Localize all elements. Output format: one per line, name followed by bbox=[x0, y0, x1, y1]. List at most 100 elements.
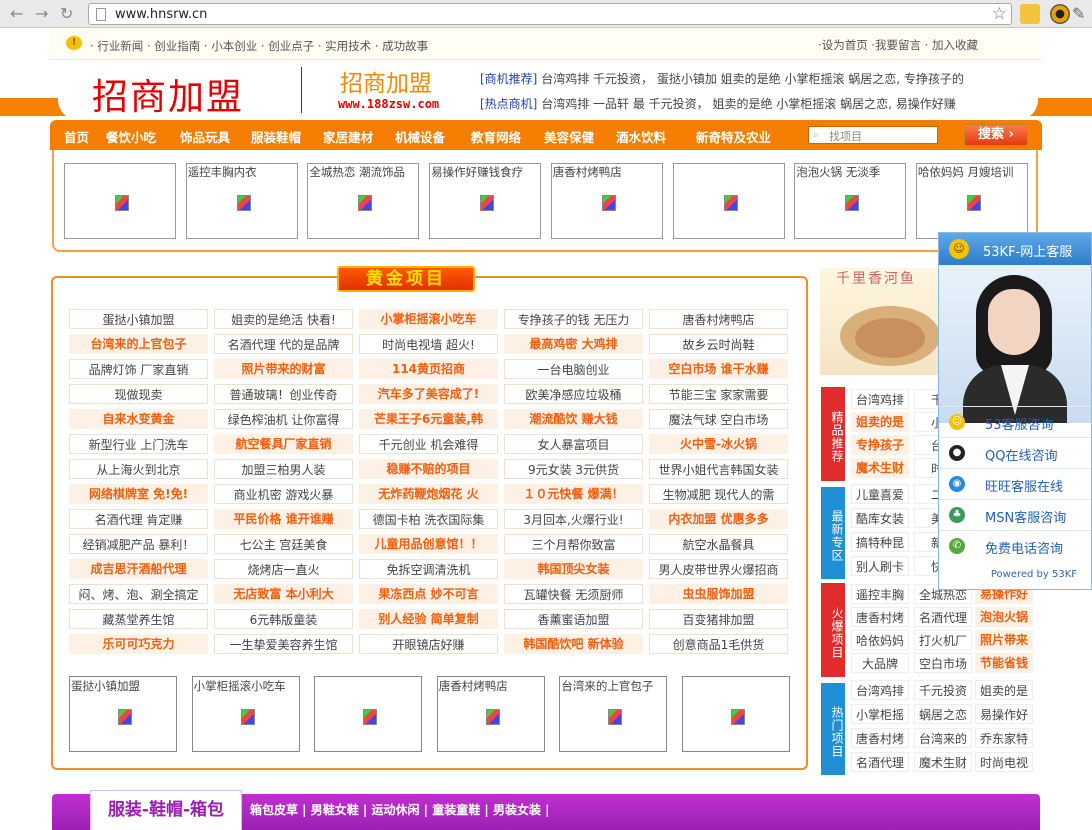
gold-project-link[interactable]: 内衣加盟 优惠多多 bbox=[649, 509, 788, 529]
bottom-ad[interactable] bbox=[682, 676, 790, 752]
bookmark-star-icon[interactable]: ☆ bbox=[992, 4, 1007, 24]
gold-project-link[interactable]: 3月回本,火爆行业! bbox=[504, 509, 643, 529]
top-ad[interactable] bbox=[672, 163, 785, 239]
nav-item[interactable]: 教育网络 bbox=[471, 127, 521, 146]
extension-circle-icon[interactable] bbox=[1050, 4, 1070, 24]
kf-item[interactable]: ◉ 旺旺客服在线 bbox=[939, 468, 1091, 498]
bottom-ad[interactable]: 唐香村烤鸭店 bbox=[436, 676, 545, 752]
gold-project-link[interactable]: 芒果王子6元童装,韩 bbox=[359, 409, 498, 429]
right-project-link[interactable]: 台湾鸡排 bbox=[851, 389, 909, 409]
gold-project-link[interactable]: 男人皮带世界火爆招商 bbox=[649, 559, 788, 579]
gold-project-link[interactable]: 瓦罐快餐 无须厨师 bbox=[504, 584, 643, 604]
gold-project-link[interactable]: 魔法气球 空白市场 bbox=[649, 409, 788, 429]
gold-project-link[interactable]: 创意商品1毛供货 bbox=[649, 634, 788, 654]
gold-project-link[interactable]: 无炸药鞭炮烟花 火 bbox=[359, 484, 498, 504]
clothing-section-title[interactable]: 服装-鞋帽-箱包 bbox=[90, 790, 242, 830]
right-banner-image[interactable]: 千里香河鱼 bbox=[820, 268, 940, 375]
gold-project-link[interactable]: 千元创业 机会难得 bbox=[359, 434, 498, 454]
gold-project-link[interactable]: 节能三宝 家家需要 bbox=[649, 384, 788, 404]
gold-project-link[interactable]: 潮流酷饮 赚大钱 bbox=[504, 409, 643, 429]
gold-project-link[interactable]: 德国卡柏 洗衣国际集 bbox=[359, 509, 498, 529]
right-project-link[interactable]: 乔东家特 bbox=[975, 728, 1033, 748]
right-project-link[interactable]: 空白市场 bbox=[914, 653, 972, 673]
gold-project-link[interactable]: 航空水晶餐具 bbox=[649, 534, 788, 554]
gold-project-link[interactable]: 从上海火到北京 bbox=[69, 459, 208, 479]
kf-powered[interactable]: Powered by 53KF bbox=[939, 569, 1091, 580]
nav-item[interactable]: 机械设备 bbox=[395, 127, 445, 146]
nav-item[interactable]: 新奇特及农业 bbox=[696, 127, 771, 146]
gold-project-link[interactable]: 品牌灯饰 厂家直销 bbox=[69, 359, 208, 379]
right-project-link[interactable]: 儿童喜爱 bbox=[851, 484, 909, 504]
gold-project-link[interactable]: 生物减肥 现代人的需 bbox=[649, 484, 788, 504]
top-links-left[interactable]: · 行业新闻 · 创业指南 · 小本创业 · 创业点子 · 实用技术 · 成功故… bbox=[90, 38, 428, 54]
top-ad[interactable]: 哈依妈妈 月嫂培训 bbox=[915, 163, 1028, 239]
gold-project-link[interactable]: 欧美净感应垃圾桶 bbox=[504, 384, 643, 404]
right-project-link[interactable]: 易操作好 bbox=[975, 704, 1033, 724]
bottom-ad[interactable] bbox=[314, 676, 423, 752]
top-ad[interactable] bbox=[64, 163, 176, 239]
clothing-section-links[interactable]: 箱包皮草 | 男鞋女鞋 | 运动休闲 | 童装童鞋 | 男装女装 | bbox=[250, 801, 550, 818]
wrench-icon[interactable]: ✎ bbox=[1072, 4, 1092, 24]
right-project-link[interactable]: 名酒代理 bbox=[914, 607, 972, 627]
forward-icon[interactable]: → bbox=[35, 4, 48, 23]
right-project-link[interactable]: 搞特种昆 bbox=[851, 532, 909, 552]
nav-item[interactable]: 饰品玩具 bbox=[180, 127, 230, 146]
right-project-link[interactable]: 千元投资 bbox=[914, 680, 972, 700]
address-bar[interactable]: www.hnsrw.cn ☆ bbox=[88, 3, 1012, 25]
gold-project-link[interactable]: 空白市场 谁干水赚 bbox=[649, 359, 788, 379]
right-project-link[interactable]: 时尚电视 bbox=[975, 752, 1033, 772]
nav-item[interactable]: 酒水饮料 bbox=[616, 127, 666, 146]
right-project-link[interactable]: 台湾鸡排 bbox=[851, 680, 909, 700]
back-icon[interactable]: ← bbox=[10, 4, 23, 23]
top-ad[interactable]: 唐香村烤鸭店 bbox=[550, 163, 663, 239]
top-ad[interactable]: 全城热恋 潮流饰品 bbox=[307, 163, 420, 239]
reload-icon[interactable]: ↻ bbox=[60, 4, 73, 23]
gold-project-link[interactable]: 儿童用品创意馆！！ bbox=[359, 534, 498, 554]
top-ad[interactable]: 易操作好赚钱食疗 bbox=[429, 163, 542, 239]
news-line-2[interactable]: [热点商机] 台湾鸡排 一品轩 最 千元投资， 姐卖的是绝 小掌柜摇滚 蜗居之恋… bbox=[480, 95, 956, 112]
right-project-link[interactable]: 泡泡火锅 bbox=[975, 607, 1033, 627]
gold-project-link[interactable]: 开眼镜店好赚 bbox=[359, 634, 498, 654]
bottom-ad[interactable]: 蛋挞小镇加盟 bbox=[69, 676, 177, 752]
top-ad[interactable]: 遥控丰胸内衣 bbox=[185, 163, 298, 239]
gold-project-link[interactable]: 现做现卖 bbox=[69, 384, 208, 404]
right-project-link[interactable]: 哈依妈妈 bbox=[851, 630, 909, 650]
gold-project-link[interactable]: 香薰蜜语加盟 bbox=[504, 609, 643, 629]
right-project-link[interactable]: 遥控丰胸 bbox=[851, 584, 909, 604]
gold-project-link[interactable]: 时尚电视墙 超火! bbox=[359, 334, 498, 354]
right-project-link[interactable]: 大品牌 bbox=[851, 653, 909, 673]
gold-project-link[interactable]: 藏蒸堂养生馆 bbox=[69, 609, 208, 629]
gold-project-link[interactable]: 名酒代理 肯定赚 bbox=[69, 509, 208, 529]
search-button[interactable]: 搜索 › bbox=[964, 124, 1028, 146]
bottom-ad[interactable]: 小掌柜摇滚小吃车 bbox=[191, 676, 300, 752]
kf-item[interactable]: ☺ 53客服咨询 bbox=[939, 406, 1091, 436]
gold-project-link[interactable]: 专挣孩子的钱 无压力 bbox=[504, 309, 643, 329]
nav-item[interactable]: 家居建材 bbox=[323, 127, 373, 146]
kf-item[interactable]: ✆ 免费电话咨询 bbox=[939, 530, 1091, 560]
right-project-link[interactable]: 唐香村烤 bbox=[851, 728, 909, 748]
gold-project-link[interactable]: 网络棋牌室 免!免! bbox=[69, 484, 208, 504]
right-project-link[interactable]: 蜗居之恋 bbox=[914, 704, 972, 724]
right-project-link[interactable]: 照片带来 bbox=[975, 630, 1033, 650]
right-project-link[interactable]: 小掌柜摇 bbox=[851, 704, 909, 724]
gold-project-link[interactable]: 照片带来的财富 bbox=[214, 359, 353, 379]
gold-project-link[interactable]: １０元快餐 爆满！ bbox=[504, 484, 643, 504]
gold-project-link[interactable]: 故乡云时尚鞋 bbox=[649, 334, 788, 354]
gold-project-link[interactable]: 小掌柜摇滚小吃车 bbox=[359, 309, 498, 329]
gold-project-link[interactable]: 114黄页招商 bbox=[359, 359, 498, 379]
extension-icon[interactable] bbox=[1020, 4, 1040, 24]
nav-item[interactable]: 服装鞋帽 bbox=[251, 127, 301, 146]
gold-project-link[interactable]: 平民价格 谁开谁赚 bbox=[214, 509, 353, 529]
right-project-link[interactable]: 姐卖的是 bbox=[975, 680, 1033, 700]
gold-project-link[interactable]: 别人经验 简单复制 bbox=[359, 609, 498, 629]
gold-project-link[interactable]: 女人暴富项目 bbox=[504, 434, 643, 454]
right-project-link[interactable]: 节能省钱 bbox=[975, 653, 1033, 673]
logo-main[interactable]: 招商加盟 bbox=[92, 68, 244, 120]
gold-project-link[interactable]: 唐香村烤鸭店 bbox=[649, 309, 788, 329]
gold-project-link[interactable]: 绿色榨油机 让你富得 bbox=[214, 409, 353, 429]
right-project-link[interactable]: 姐卖的是 bbox=[851, 412, 909, 432]
gold-project-link[interactable]: 汽车多了美容成了! bbox=[359, 384, 498, 404]
right-project-link[interactable]: 专挣孩子 bbox=[851, 435, 909, 455]
gold-project-link[interactable]: 普通玻璃！创业传奇 bbox=[214, 384, 353, 404]
right-project-link[interactable]: 魔术生财 bbox=[914, 752, 972, 772]
